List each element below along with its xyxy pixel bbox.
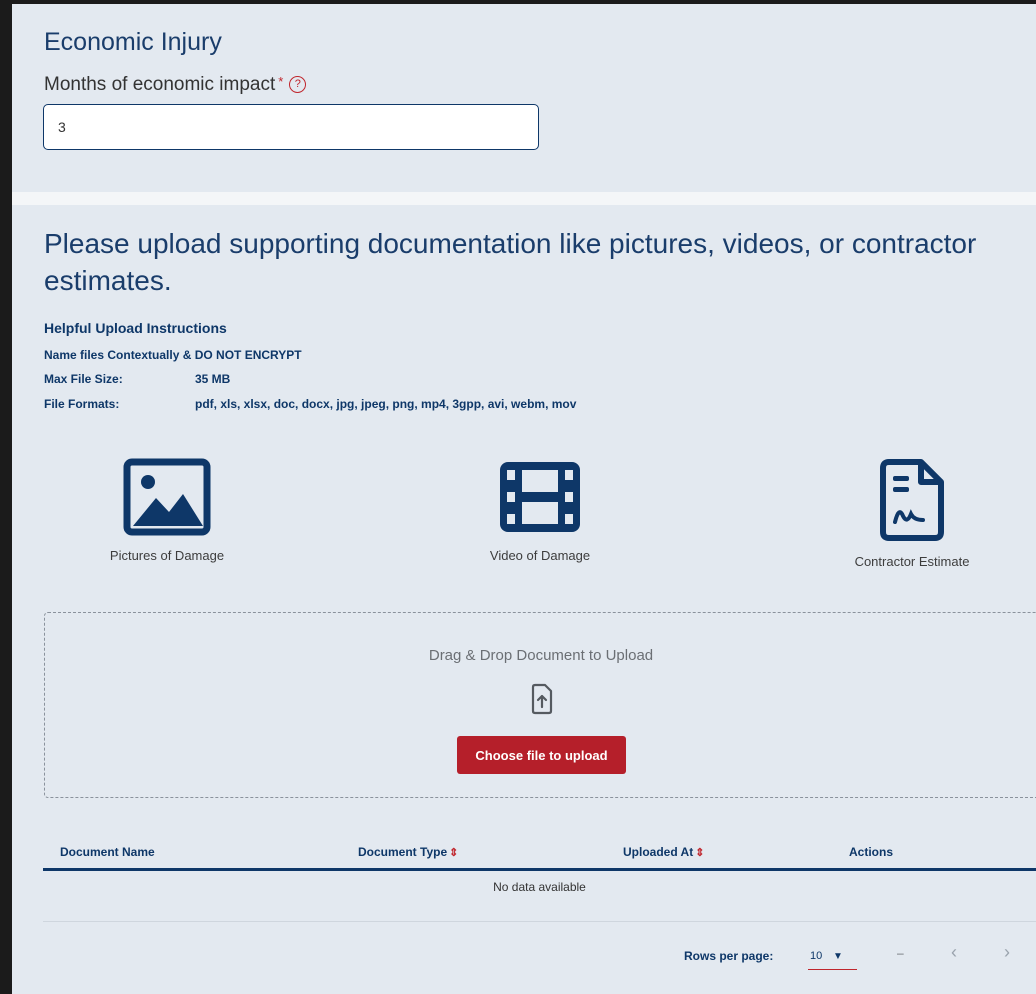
- column-header-label: Document Name: [60, 845, 155, 859]
- section-divider: [12, 192, 1036, 205]
- file-dropzone[interactable]: Drag & Drop Document to Upload Choose fi…: [44, 612, 1036, 798]
- instruction-file-formats: File Formats: pdf, xls, xlsx, doc, docx,…: [44, 397, 576, 411]
- max-size-value: 35 MB: [195, 372, 231, 386]
- section-title-economic-injury: Economic Injury: [44, 28, 222, 56]
- rows-per-page-label: Rows per page:: [684, 949, 774, 963]
- category-label: Contractor Estimate: [854, 554, 970, 569]
- months-impact-label: Months of economic impact *?: [44, 74, 307, 96]
- max-size-label: Max File Size:: [44, 372, 123, 386]
- sort-icon[interactable]: ⇕: [449, 847, 458, 859]
- form-page: Economic Injury Months of economic impac…: [12, 4, 1036, 994]
- category-contractor-estimate: Contractor Estimate: [812, 458, 1012, 569]
- upload-heading: Please upload supporting documentation l…: [44, 228, 977, 296]
- months-impact-label-text: Months of economic impact: [44, 74, 276, 95]
- upload-instructions-title: Helpful Upload Instructions: [44, 320, 227, 336]
- column-header-document-name: Document Name: [60, 845, 155, 859]
- column-header-label: Actions: [849, 845, 894, 859]
- documents-table-header: Document Name Document Type ⇕ Uploaded At…: [43, 835, 1036, 871]
- months-impact-input[interactable]: [43, 104, 539, 150]
- file-upload-icon: [531, 683, 553, 715]
- image-icon: [123, 458, 211, 536]
- category-label: Video of Damage: [489, 548, 591, 563]
- economic-injury-section: Economic Injury Months of economic impac…: [12, 4, 1036, 192]
- question-circle-icon[interactable]: ?: [289, 76, 307, 94]
- required-asterisk: *: [278, 74, 284, 89]
- caret-down-icon: ▼: [833, 951, 843, 962]
- column-header-actions: Actions: [849, 845, 893, 859]
- do-not-encrypt-text: DO NOT ENCRYPT: [194, 348, 302, 362]
- rows-per-page-value: 10: [810, 950, 823, 962]
- previous-page-icon[interactable]: ‹: [951, 942, 957, 963]
- upload-section: Please upload supporting documentation l…: [12, 205, 1036, 994]
- film-icon: [500, 462, 580, 532]
- instruction-name-files: Name files Contextually & DO NOT ENCRYPT: [44, 348, 302, 362]
- category-pictures-of-damage: Pictures of Damage: [67, 458, 267, 563]
- formats-value: pdf, xls, xlsx, doc, docx, jpg, jpeg, pn…: [195, 397, 577, 411]
- category-video-of-damage: Video of Damage: [440, 458, 640, 563]
- choose-file-button[interactable]: Choose file to upload: [457, 736, 626, 774]
- pagination-range: –: [897, 946, 904, 960]
- instruction-max-size: Max File Size: 35 MB: [44, 372, 230, 386]
- dropzone-text: Drag & Drop Document to Upload: [428, 647, 654, 664]
- column-header-label: Uploaded At: [623, 845, 694, 859]
- table-empty-message: No data available: [43, 871, 1036, 922]
- signed-document-icon: [880, 459, 944, 541]
- name-files-label: Name files Contextually &: [44, 348, 192, 362]
- column-header-label: Document Type: [358, 845, 448, 859]
- next-page-icon[interactable]: ›: [1004, 942, 1010, 963]
- formats-label: File Formats:: [44, 397, 120, 411]
- column-header-document-type[interactable]: Document Type ⇕: [358, 845, 458, 859]
- column-header-uploaded-at[interactable]: Uploaded At ⇕: [623, 845, 704, 859]
- sort-icon[interactable]: ⇕: [695, 847, 704, 859]
- rows-per-page-select[interactable]: 10 ▼: [808, 947, 857, 970]
- category-label: Pictures of Damage: [109, 548, 225, 563]
